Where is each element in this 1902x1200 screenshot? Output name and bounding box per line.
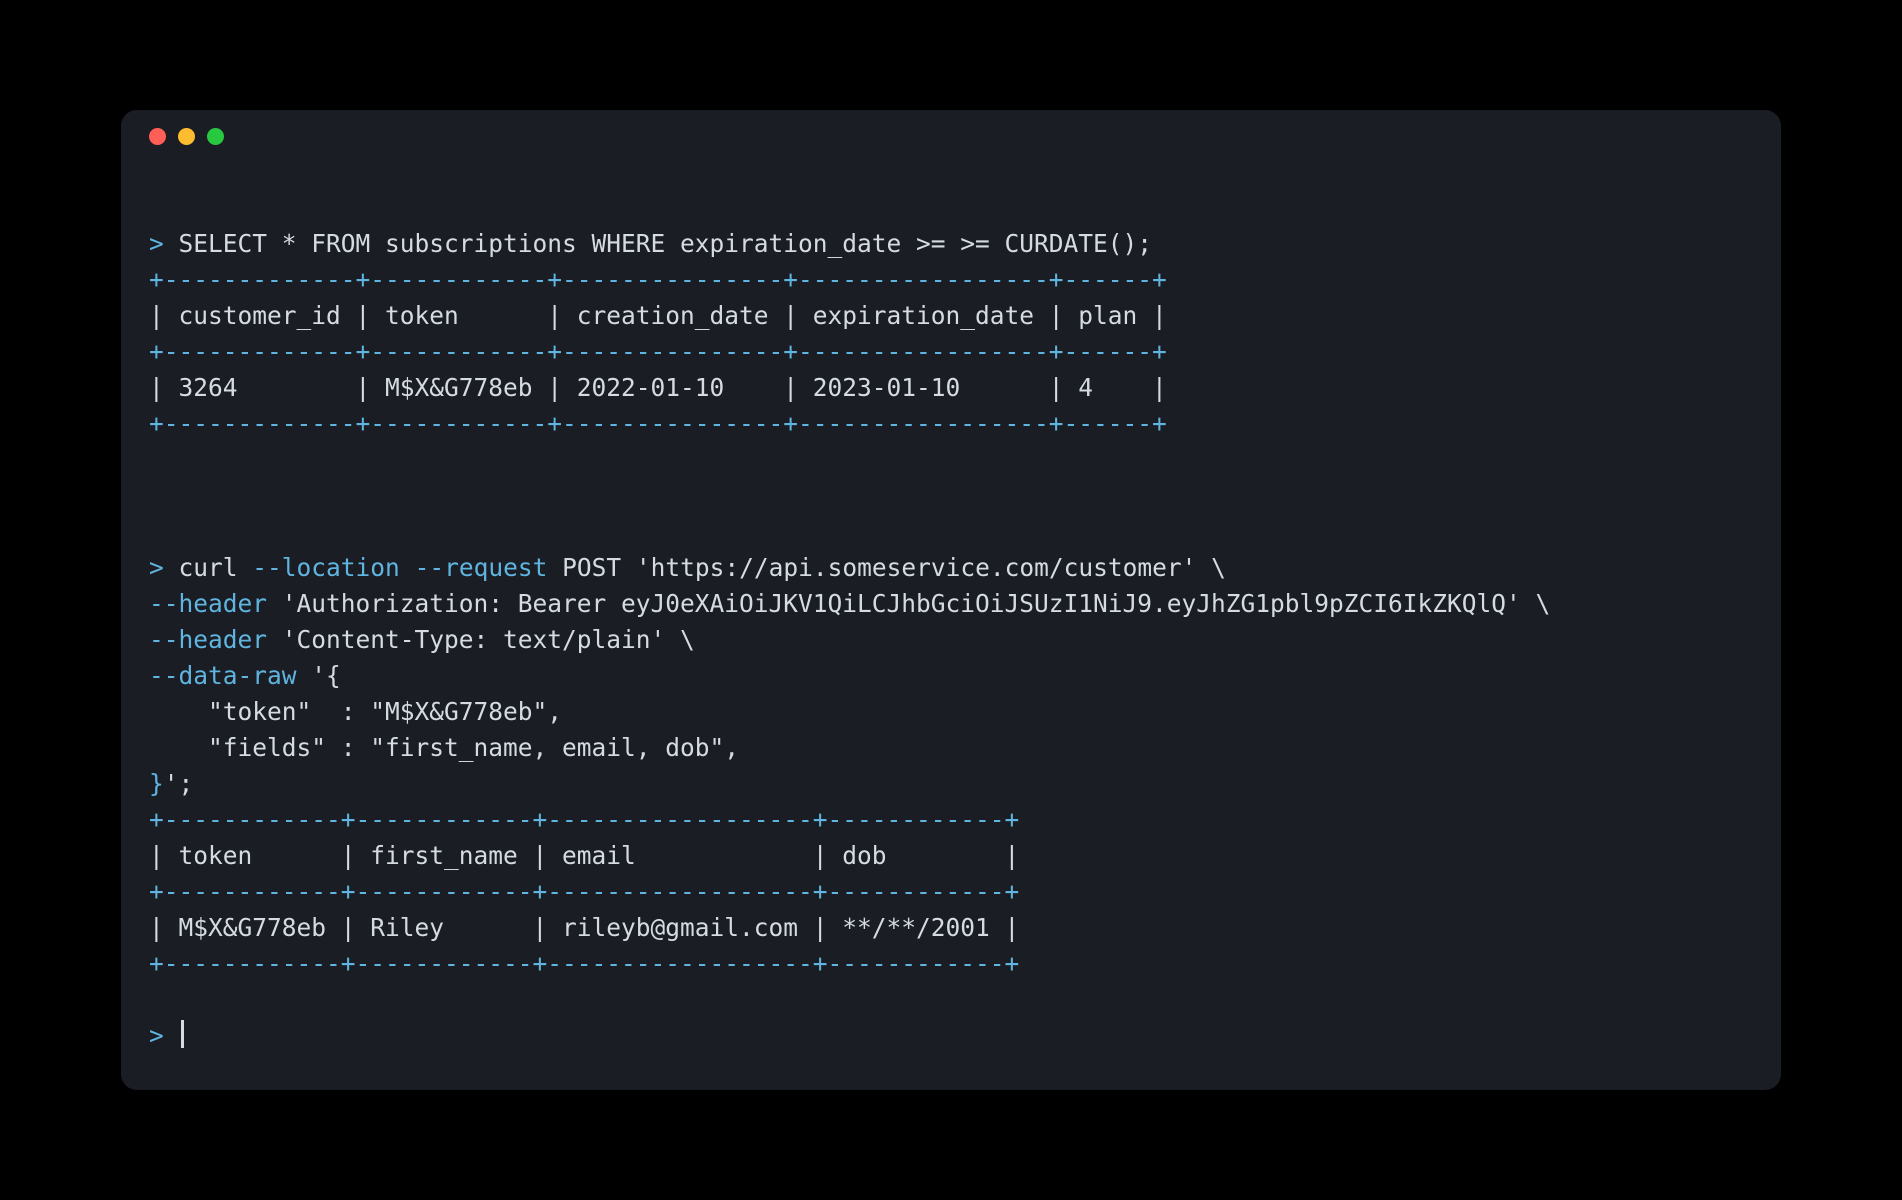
curl-command-line4: '{ xyxy=(297,661,341,690)
prompt-symbol: > xyxy=(149,229,164,258)
title-bar xyxy=(121,110,1781,162)
table-border: +------------+------------+-------------… xyxy=(149,877,1019,906)
json-body-line: "fields" : "first_name, email, dob", xyxy=(149,733,739,762)
table-border: +-------------+------------+------------… xyxy=(149,337,1167,366)
table-border: +------------+------------+-------------… xyxy=(149,949,1019,978)
json-close-brace: } xyxy=(149,769,164,798)
table-border: +------------+------------+-------------… xyxy=(149,805,1019,834)
curl-flag: --header xyxy=(149,625,267,654)
curl-flag: --header xyxy=(149,589,267,618)
curl-command-line1: curl --location --request POST 'https://… xyxy=(179,553,1226,582)
json-terminator: '; xyxy=(164,769,194,798)
table-border: +-------------+------------+------------… xyxy=(149,409,1167,438)
table-border: +-------------+------------+------------… xyxy=(149,265,1167,294)
maximize-icon[interactable] xyxy=(207,128,224,145)
table-header-row: | token | first_name | email | dob | xyxy=(149,841,1019,870)
close-icon[interactable] xyxy=(149,128,166,145)
terminal-content[interactable]: > SELECT * FROM subscriptions WHERE expi… xyxy=(121,162,1781,1054)
cursor xyxy=(181,1020,184,1048)
terminal-window: > SELECT * FROM subscriptions WHERE expi… xyxy=(121,110,1781,1090)
json-body-line: "token" : "M$X&G778eb", xyxy=(149,697,562,726)
curl-flag: --data-raw xyxy=(149,661,297,690)
curl-command-line3: 'Content-Type: text/plain' \ xyxy=(267,625,695,654)
minimize-icon[interactable] xyxy=(178,128,195,145)
table-header-row: | customer_id | token | creation_date | … xyxy=(149,301,1167,330)
prompt-symbol: > xyxy=(149,553,164,582)
curl-command-line2: 'Authorization: Bearer eyJ0eXAiOiJKV1QiL… xyxy=(267,589,1550,618)
table-data-row: | 3264 | M$X&G778eb | 2022-01-10 | 2023-… xyxy=(149,373,1167,402)
sql-command: SELECT * FROM subscriptions WHERE expira… xyxy=(179,229,1153,258)
table-data-row: | M$X&G778eb | Riley | rileyb@gmail.com … xyxy=(149,913,1019,942)
prompt-symbol: > xyxy=(149,1021,164,1050)
